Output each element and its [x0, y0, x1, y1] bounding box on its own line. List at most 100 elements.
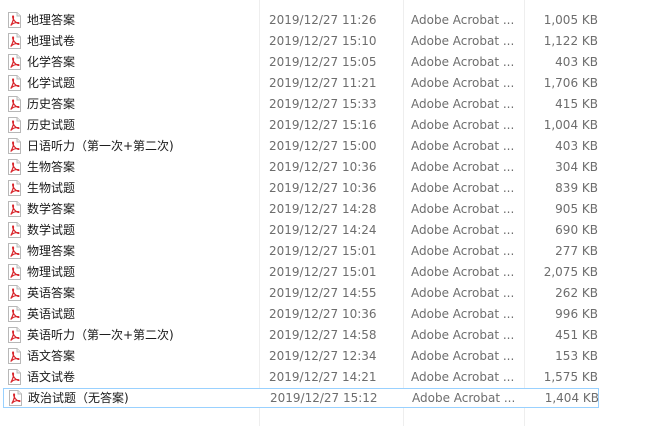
file-size: 1,404 KB: [544, 391, 599, 405]
pdf-file-icon: [7, 222, 22, 238]
file-size: 277 KB: [555, 244, 598, 258]
file-row[interactable]: 化学试题 2019/12/27 11:21 Adobe Acrobat ... …: [3, 73, 599, 93]
file-type: Adobe Acrobat ...: [411, 349, 515, 363]
file-type: Adobe Acrobat ...: [411, 76, 515, 90]
file-name: 地理试卷: [27, 34, 76, 48]
pdf-file-icon: [7, 201, 22, 217]
file-type: Adobe Acrobat ...: [411, 286, 515, 300]
file-modified-date: 2019/12/27 15:33: [269, 97, 377, 111]
file-name: 生物答案: [27, 160, 76, 174]
file-name: 英语试题: [27, 307, 76, 321]
file-size: 996 KB: [555, 307, 598, 321]
file-name: 日语听力（第一次+第二次): [27, 139, 174, 153]
file-type: Adobe Acrobat ...: [411, 244, 515, 258]
file-type: Adobe Acrobat ...: [411, 139, 515, 153]
file-row[interactable]: 生物试题 2019/12/27 10:36 Adobe Acrobat ... …: [3, 178, 599, 198]
file-size: 304 KB: [555, 160, 598, 174]
pdf-file-icon: [7, 327, 22, 343]
file-name: 英语听力（第一次+第二次): [27, 328, 174, 342]
file-modified-date: 2019/12/27 14:21: [269, 370, 377, 384]
file-size: 262 KB: [555, 286, 598, 300]
file-name: 化学试题: [27, 76, 76, 90]
file-row[interactable]: 地理试卷 2019/12/27 15:10 Adobe Acrobat ... …: [3, 31, 599, 51]
file-row[interactable]: 历史试题 2019/12/27 15:16 Adobe Acrobat ... …: [3, 115, 599, 135]
file-row[interactable]: 英语答案 2019/12/27 14:55 Adobe Acrobat ... …: [3, 283, 599, 303]
file-row[interactable]: 政治试题（无答案) 2019/12/27 15:12 Adobe Acrobat…: [3, 388, 599, 408]
file-row[interactable]: 历史答案 2019/12/27 15:33 Adobe Acrobat ... …: [3, 94, 599, 114]
file-modified-date: 2019/12/27 15:01: [269, 265, 377, 279]
file-modified-date: 2019/12/27 10:36: [269, 181, 377, 195]
file-type: Adobe Acrobat ...: [411, 55, 515, 69]
pdf-file-icon: [7, 285, 22, 301]
pdf-file-icon: [7, 264, 22, 280]
file-row[interactable]: 物理试题 2019/12/27 15:01 Adobe Acrobat ... …: [3, 262, 599, 282]
file-row[interactable]: 英语试题 2019/12/27 10:36 Adobe Acrobat ... …: [3, 304, 599, 324]
file-modified-date: 2019/12/27 12:34: [269, 349, 377, 363]
pdf-file-icon: [7, 12, 22, 28]
file-row[interactable]: 数学答案 2019/12/27 14:28 Adobe Acrobat ... …: [3, 199, 599, 219]
pdf-file-icon: [7, 33, 22, 49]
file-name: 历史试题: [27, 118, 76, 132]
pdf-file-icon: [7, 369, 22, 385]
file-size: 1,706 KB: [543, 76, 598, 90]
file-row[interactable]: 语文答案 2019/12/27 12:34 Adobe Acrobat ... …: [3, 346, 599, 366]
file-type: Adobe Acrobat ...: [411, 118, 515, 132]
file-type: Adobe Acrobat ...: [411, 328, 515, 342]
file-size: 1,004 KB: [543, 118, 598, 132]
file-size: 415 KB: [555, 97, 598, 111]
file-name: 生物试题: [27, 181, 76, 195]
file-row[interactable]: 语文试卷 2019/12/27 14:21 Adobe Acrobat ... …: [3, 367, 599, 387]
file-size: 451 KB: [555, 328, 598, 342]
file-name: 数学试题: [27, 223, 76, 237]
file-size: 1,575 KB: [543, 370, 598, 384]
file-size: 839 KB: [555, 181, 598, 195]
file-name: 历史答案: [27, 97, 76, 111]
file-name: 语文答案: [27, 349, 76, 363]
file-modified-date: 2019/12/27 11:26: [269, 13, 377, 27]
file-modified-date: 2019/12/27 14:24: [269, 223, 377, 237]
file-row[interactable]: 生物答案 2019/12/27 10:36 Adobe Acrobat ... …: [3, 157, 599, 177]
file-name: 物理答案: [27, 244, 76, 258]
file-modified-date: 2019/12/27 11:21: [269, 76, 377, 90]
file-size: 690 KB: [555, 223, 598, 237]
file-list: 地理答案 2019/12/27 11:26 Adobe Acrobat ... …: [0, 0, 649, 426]
file-name: 政治试题（无答案): [28, 391, 129, 405]
file-type: Adobe Acrobat ...: [411, 370, 515, 384]
file-name: 数学答案: [27, 202, 76, 216]
file-type: Adobe Acrobat ...: [411, 223, 515, 237]
file-modified-date: 2019/12/27 14:28: [269, 202, 377, 216]
pdf-file-icon: [7, 243, 22, 259]
pdf-file-icon: [7, 138, 22, 154]
file-size: 2,075 KB: [543, 265, 598, 279]
file-type: Adobe Acrobat ...: [411, 307, 515, 321]
file-modified-date: 2019/12/27 14:55: [269, 286, 377, 300]
file-row[interactable]: 地理答案 2019/12/27 11:26 Adobe Acrobat ... …: [3, 10, 599, 30]
file-modified-date: 2019/12/27 15:00: [269, 139, 377, 153]
file-size: 153 KB: [555, 349, 598, 363]
file-modified-date: 2019/12/27 15:05: [269, 55, 377, 69]
file-modified-date: 2019/12/27 15:16: [269, 118, 377, 132]
file-modified-date: 2019/12/27 14:58: [269, 328, 377, 342]
file-type: Adobe Acrobat ...: [411, 160, 515, 174]
file-size: 403 KB: [555, 55, 598, 69]
file-row[interactable]: 日语听力（第一次+第二次) 2019/12/27 15:00 Adobe Acr…: [3, 136, 599, 156]
pdf-file-icon: [7, 117, 22, 133]
pdf-file-icon: [7, 180, 22, 196]
file-row[interactable]: 数学试题 2019/12/27 14:24 Adobe Acrobat ... …: [3, 220, 599, 240]
file-type: Adobe Acrobat ...: [411, 34, 515, 48]
file-size: 403 KB: [555, 139, 598, 153]
file-modified-date: 2019/12/27 10:36: [269, 160, 377, 174]
pdf-file-icon: [7, 75, 22, 91]
file-type: Adobe Acrobat ...: [411, 13, 515, 27]
file-name: 地理答案: [27, 13, 76, 27]
file-row[interactable]: 化学答案 2019/12/27 15:05 Adobe Acrobat ... …: [3, 52, 599, 72]
file-row[interactable]: 物理答案 2019/12/27 15:01 Adobe Acrobat ... …: [3, 241, 599, 261]
pdf-file-icon: [8, 390, 23, 406]
file-row[interactable]: 英语听力（第一次+第二次) 2019/12/27 14:58 Adobe Acr…: [3, 325, 599, 345]
pdf-file-icon: [7, 348, 22, 364]
file-name: 语文试卷: [27, 370, 76, 384]
pdf-file-icon: [7, 96, 22, 112]
file-name: 物理试题: [27, 265, 76, 279]
file-type: Adobe Acrobat ...: [412, 391, 516, 405]
file-modified-date: 2019/12/27 15:10: [269, 34, 377, 48]
